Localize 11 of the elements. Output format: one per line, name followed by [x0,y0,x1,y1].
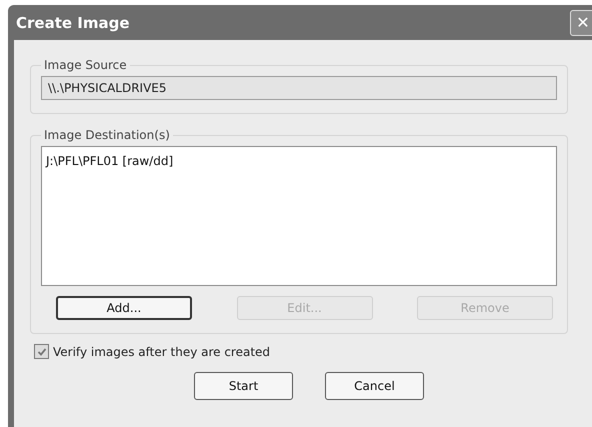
checkbox[interactable] [34,344,49,359]
checkbox-label: Verify images after they are created [53,344,270,358]
group-label: Image Destination(s) [43,128,171,142]
action-button[interactable]: Add... [56,296,192,320]
check-icon [36,346,46,356]
source-field[interactable]: \\.\PHYSICALDRIVE5 [41,76,557,100]
dialog-button[interactable]: Start [194,372,293,400]
window-title: Create Image [16,14,130,32]
dialog-button[interactable]: Cancel [325,372,424,400]
group-label: Image Source [43,58,128,72]
list-item[interactable]: J:\PFL\PFL01 [raw/dd] [46,154,174,168]
